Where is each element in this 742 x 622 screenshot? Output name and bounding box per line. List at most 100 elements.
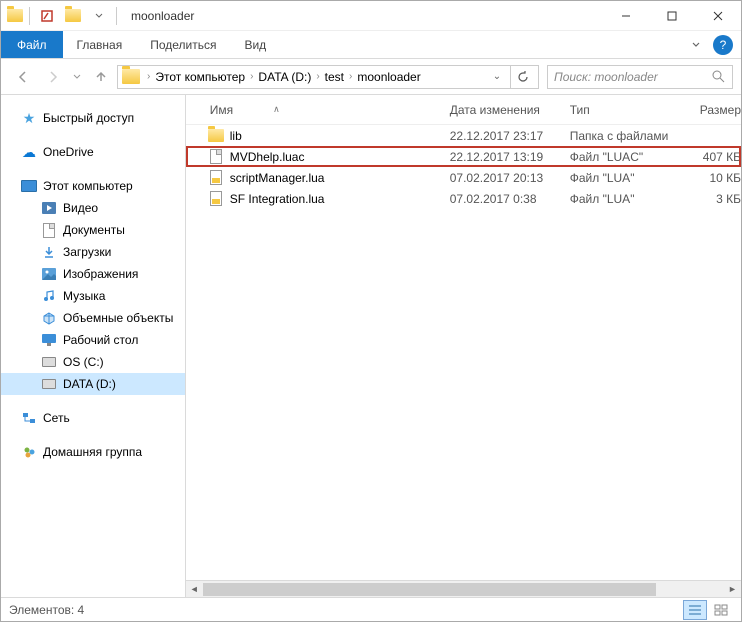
sidebar: ★Быстрый доступ ☁ OneDrive Этот компьютер…	[1, 95, 186, 597]
nav-up-icon[interactable]	[87, 63, 115, 91]
sidebar-data-d[interactable]: DATA (D:)	[1, 373, 185, 395]
file-name-cell: scriptManager.lua	[186, 170, 450, 186]
tab-share[interactable]: Поделиться	[136, 31, 230, 58]
sidebar-thispc[interactable]: Этот компьютер	[1, 175, 185, 197]
column-size[interactable]: Размер	[700, 103, 741, 117]
titlebar: moonloader	[1, 1, 741, 31]
file-name: scriptManager.lua	[230, 171, 325, 185]
sidebar-item-label: OS (C:)	[63, 355, 104, 369]
sidebar-os-c[interactable]: OS (C:)	[1, 351, 185, 373]
crumb-moonloader[interactable]: moonloader	[355, 70, 422, 84]
file-type: Файл "LUAC"	[570, 150, 700, 164]
view-switcher	[683, 600, 733, 620]
sidebar-network[interactable]: Сеть	[1, 407, 185, 429]
folder-icon	[208, 129, 224, 142]
help-button[interactable]: ?	[713, 35, 733, 55]
crumb-test[interactable]: test	[323, 70, 346, 84]
app-folder-icon	[7, 8, 23, 24]
search-icon[interactable]	[712, 70, 726, 84]
minimize-button[interactable]	[603, 1, 649, 31]
crumb-data[interactable]: DATA (D:)	[256, 70, 313, 84]
horizontal-scrollbar[interactable]: ◄ ►	[186, 580, 741, 597]
sidebar-3dobjects[interactable]: Объемные объекты	[1, 307, 185, 329]
sidebar-item-label: Рабочий стол	[63, 333, 138, 347]
nav-recent-icon[interactable]	[69, 63, 85, 91]
status-items: Элементов: 4	[9, 603, 84, 617]
file-type: Папка с файлами	[570, 129, 700, 143]
sidebar-video[interactable]: Видео	[1, 197, 185, 219]
tab-view[interactable]: Вид	[230, 31, 280, 58]
refresh-icon[interactable]	[510, 66, 534, 88]
disk-icon	[41, 376, 57, 392]
cloud-icon: ☁	[21, 144, 37, 160]
sidebar-item-label: Этот компьютер	[43, 179, 133, 193]
sidebar-quick-access[interactable]: ★Быстрый доступ	[1, 107, 185, 129]
file-name-cell: SF Integration.lua	[186, 191, 450, 207]
column-type[interactable]: Тип	[570, 103, 700, 117]
sidebar-item-label: DATA (D:)	[63, 377, 116, 391]
maximize-button[interactable]	[649, 1, 695, 31]
network-icon	[21, 410, 37, 426]
sidebar-documents[interactable]: Документы	[1, 219, 185, 241]
sidebar-downloads[interactable]: Загрузки	[1, 241, 185, 263]
file-size: 10 КБ	[700, 171, 741, 185]
sidebar-desktop[interactable]: Рабочий стол	[1, 329, 185, 351]
qat-sep	[29, 7, 30, 25]
nav-back-icon[interactable]	[9, 63, 37, 91]
star-icon: ★	[21, 110, 37, 126]
tab-file[interactable]: Файл	[1, 31, 63, 58]
file-row[interactable]: SF Integration.lua07.02.2017 0:38Файл "L…	[186, 188, 741, 209]
scroll-left-icon[interactable]: ◄	[186, 581, 203, 598]
file-row[interactable]: scriptManager.lua07.02.2017 20:13Файл "L…	[186, 167, 741, 188]
crumb-sep[interactable]: ›	[144, 71, 153, 82]
ribbon-expand-icon[interactable]	[685, 34, 707, 56]
file-date: 22.12.2017 23:17	[450, 129, 570, 143]
sidebar-pictures[interactable]: Изображения	[1, 263, 185, 285]
qat-properties-icon[interactable]	[36, 5, 58, 27]
nav-forward-icon[interactable]	[39, 63, 67, 91]
crumb-sep[interactable]: ›	[313, 71, 322, 82]
sidebar-item-label: Загрузки	[63, 245, 111, 259]
lua-file-icon	[210, 170, 222, 185]
tab-home[interactable]: Главная	[63, 31, 137, 58]
file-row[interactable]: MVDhelp.luac22.12.2017 13:19Файл "LUAC"4…	[186, 146, 741, 167]
titlebar-left: moonloader	[1, 5, 194, 27]
column-name[interactable]: Имя∧	[186, 103, 450, 117]
file-name: SF Integration.lua	[230, 192, 325, 206]
address-row: › Этот компьютер › DATA (D:) › test › mo…	[1, 59, 741, 95]
sidebar-item-label: OneDrive	[43, 145, 94, 159]
music-icon	[41, 288, 57, 304]
downloads-icon	[41, 244, 57, 260]
sidebar-item-label: Изображения	[63, 267, 138, 281]
sidebar-item-label: Объемные объекты	[63, 311, 173, 325]
sidebar-music[interactable]: Музыка	[1, 285, 185, 307]
column-date[interactable]: Дата изменения	[450, 103, 570, 117]
column-headers: Имя∧ Дата изменения Тип Размер	[186, 95, 741, 125]
content: Имя∧ Дата изменения Тип Размер lib22.12.…	[186, 95, 741, 597]
pc-icon	[21, 178, 37, 194]
sidebar-item-label: Видео	[63, 201, 98, 215]
address-bar[interactable]: › Этот компьютер › DATA (D:) › test › mo…	[117, 65, 539, 89]
address-dropdown-icon[interactable]: ⌄	[488, 71, 506, 82]
scroll-track[interactable]	[203, 581, 724, 598]
file-date: 07.02.2017 20:13	[450, 171, 570, 185]
file-size: 3 КБ	[700, 192, 741, 206]
sidebar-homegroup[interactable]: Домашняя группа	[1, 441, 185, 463]
file-name-cell: lib	[186, 128, 450, 144]
homegroup-icon	[21, 444, 37, 460]
crumb-thispc[interactable]: Этот компьютер	[153, 70, 247, 84]
scroll-thumb[interactable]	[203, 583, 656, 596]
qat-newfolder-icon[interactable]	[62, 5, 84, 27]
scroll-right-icon[interactable]: ►	[724, 581, 741, 598]
search-input[interactable]: Поиск: moonloader	[547, 65, 733, 89]
crumb-sep[interactable]: ›	[247, 71, 256, 82]
sidebar-onedrive[interactable]: ☁ OneDrive	[1, 141, 185, 163]
file-row[interactable]: lib22.12.2017 23:17Папка с файлами	[186, 125, 741, 146]
close-button[interactable]	[695, 1, 741, 31]
view-icons-button[interactable]	[709, 600, 733, 620]
crumb-sep[interactable]: ›	[346, 71, 355, 82]
main: ★Быстрый доступ ☁ OneDrive Этот компьютер…	[1, 95, 741, 597]
view-details-button[interactable]	[683, 600, 707, 620]
qat-sep2	[116, 7, 117, 25]
qat-dropdown-icon[interactable]	[88, 5, 110, 27]
